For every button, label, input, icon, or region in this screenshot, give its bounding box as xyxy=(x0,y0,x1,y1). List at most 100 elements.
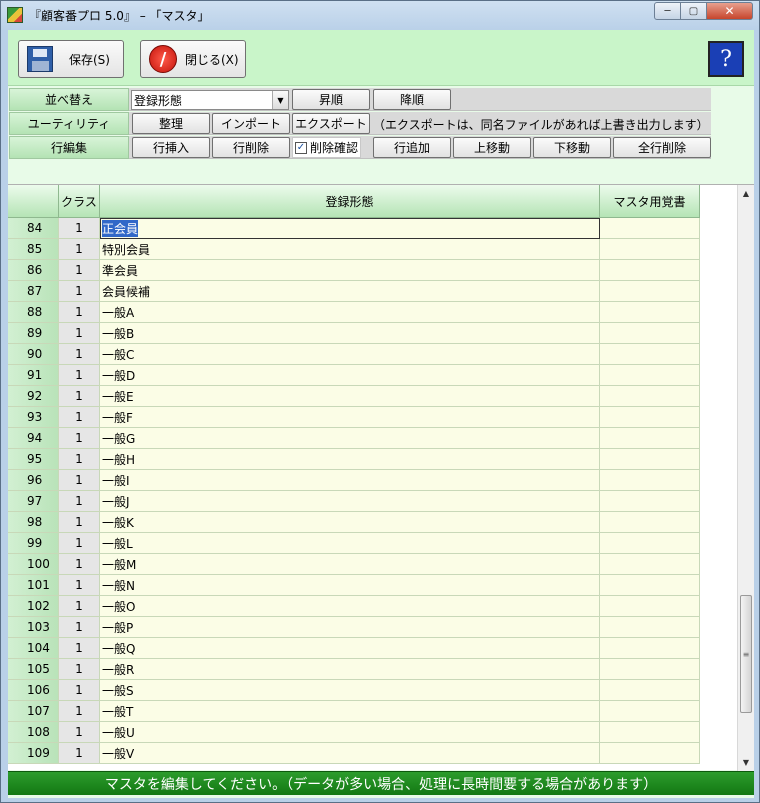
close-window-button[interactable]: ✕ xyxy=(707,2,753,20)
sort-asc-button[interactable]: 昇順 xyxy=(292,89,370,110)
class-cell[interactable]: 1 xyxy=(59,617,100,638)
memo-cell[interactable] xyxy=(600,449,700,470)
memo-column-header[interactable]: マスタ用覚書 xyxy=(600,185,700,218)
class-cell[interactable]: 1 xyxy=(59,386,100,407)
class-cell[interactable]: 1 xyxy=(59,701,100,722)
memo-cell[interactable] xyxy=(600,281,700,302)
table-row[interactable]: 98 1 一般K xyxy=(8,512,700,533)
minimize-button[interactable]: ─ xyxy=(654,2,681,20)
memo-cell[interactable] xyxy=(600,701,700,722)
memo-cell[interactable] xyxy=(600,596,700,617)
delete-row-button[interactable]: 行削除 xyxy=(212,137,290,158)
registration-type-cell[interactable]: 一般T xyxy=(100,701,600,722)
registration-type-cell[interactable]: 一般U xyxy=(100,722,600,743)
class-cell[interactable]: 1 xyxy=(59,638,100,659)
memo-cell[interactable] xyxy=(600,638,700,659)
registration-type-cell[interactable]: 一般N xyxy=(100,575,600,596)
registration-type-cell[interactable]: 一般D xyxy=(100,365,600,386)
memo-cell[interactable] xyxy=(600,512,700,533)
table-row[interactable]: 105 1 一般R xyxy=(8,659,700,680)
registration-type-column-header[interactable]: 登録形態 xyxy=(100,185,600,218)
table-row[interactable]: 104 1 一般Q xyxy=(8,638,700,659)
scroll-up-icon[interactable]: ▲ xyxy=(738,185,754,202)
class-cell[interactable]: 1 xyxy=(59,428,100,449)
registration-type-cell[interactable]: 会員候補 xyxy=(100,281,600,302)
memo-cell[interactable] xyxy=(600,533,700,554)
registration-type-cell[interactable]: 一般H xyxy=(100,449,600,470)
memo-cell[interactable] xyxy=(600,491,700,512)
registration-type-cell[interactable]: 一般I xyxy=(100,470,600,491)
memo-cell[interactable] xyxy=(600,575,700,596)
confirm-delete-checkbox[interactable]: ✓ xyxy=(295,141,307,154)
scroll-thumb[interactable]: ≡ xyxy=(740,595,752,713)
table-row[interactable]: 106 1 一般S xyxy=(8,680,700,701)
table-row[interactable]: 108 1 一般U xyxy=(8,722,700,743)
organize-button[interactable]: 整理 xyxy=(132,113,210,134)
registration-type-cell[interactable]: 一般J xyxy=(100,491,600,512)
registration-type-cell[interactable]: 特別会員 xyxy=(100,239,600,260)
registration-type-cell[interactable]: 一般L xyxy=(100,533,600,554)
registration-type-cell[interactable]: 一般F xyxy=(100,407,600,428)
table-row[interactable]: 90 1 一般C xyxy=(8,344,700,365)
class-cell[interactable]: 1 xyxy=(59,554,100,575)
registration-type-cell[interactable]: 一般G xyxy=(100,428,600,449)
table-row[interactable]: 95 1 一般H xyxy=(8,449,700,470)
memo-cell[interactable] xyxy=(600,302,700,323)
memo-cell[interactable] xyxy=(600,344,700,365)
table-row[interactable]: 88 1 一般A xyxy=(8,302,700,323)
table-row[interactable]: 109 1 一般V xyxy=(8,743,700,764)
class-cell[interactable]: 1 xyxy=(59,680,100,701)
registration-type-cell[interactable]: 一般A xyxy=(100,302,600,323)
class-cell[interactable]: 1 xyxy=(59,260,100,281)
class-cell[interactable]: 1 xyxy=(59,659,100,680)
class-cell[interactable]: 1 xyxy=(59,512,100,533)
memo-cell[interactable] xyxy=(600,743,700,764)
sort-field-select[interactable]: 登録形態 ▼ xyxy=(131,90,289,110)
class-cell[interactable]: 1 xyxy=(59,302,100,323)
memo-cell[interactable] xyxy=(600,470,700,491)
registration-type-cell[interactable]: 正会員 xyxy=(100,218,600,239)
table-row[interactable]: 85 1 特別会員 xyxy=(8,239,700,260)
export-button[interactable]: エクスポート xyxy=(292,113,370,134)
memo-cell[interactable] xyxy=(600,722,700,743)
class-cell[interactable]: 1 xyxy=(59,449,100,470)
memo-cell[interactable] xyxy=(600,659,700,680)
class-cell[interactable]: 1 xyxy=(59,323,100,344)
table-row[interactable]: 97 1 一般J xyxy=(8,491,700,512)
registration-type-cell[interactable]: 一般S xyxy=(100,680,600,701)
class-column-header[interactable]: クラス xyxy=(59,185,100,218)
memo-cell[interactable] xyxy=(600,218,700,239)
class-cell[interactable]: 1 xyxy=(59,491,100,512)
registration-type-cell[interactable]: 一般B xyxy=(100,323,600,344)
memo-cell[interactable] xyxy=(600,323,700,344)
registration-type-cell[interactable]: 一般V xyxy=(100,743,600,764)
class-cell[interactable]: 1 xyxy=(59,365,100,386)
table-row[interactable]: 84 1 正会員 xyxy=(8,218,700,239)
class-cell[interactable]: 1 xyxy=(59,470,100,491)
table-row[interactable]: 94 1 一般G xyxy=(8,428,700,449)
vertical-scrollbar[interactable]: ▲ ≡ ▼ xyxy=(737,185,754,771)
class-cell[interactable]: 1 xyxy=(59,722,100,743)
class-cell[interactable]: 1 xyxy=(59,596,100,617)
move-up-button[interactable]: 上移動 xyxy=(453,137,531,158)
table-row[interactable]: 89 1 一般B xyxy=(8,323,700,344)
registration-type-cell[interactable]: 一般E xyxy=(100,386,600,407)
class-cell[interactable]: 1 xyxy=(59,743,100,764)
table-row[interactable]: 93 1 一般F xyxy=(8,407,700,428)
table-row[interactable]: 101 1 一般N xyxy=(8,575,700,596)
registration-type-cell[interactable]: 一般C xyxy=(100,344,600,365)
memo-cell[interactable] xyxy=(600,365,700,386)
table-row[interactable]: 87 1 会員候補 xyxy=(8,281,700,302)
memo-cell[interactable] xyxy=(600,680,700,701)
table-row[interactable]: 107 1 一般T xyxy=(8,701,700,722)
table-row[interactable]: 102 1 一般O xyxy=(8,596,700,617)
class-cell[interactable]: 1 xyxy=(59,239,100,260)
sort-desc-button[interactable]: 降順 xyxy=(373,89,451,110)
import-button[interactable]: インポート xyxy=(212,113,290,134)
registration-type-cell[interactable]: 一般O xyxy=(100,596,600,617)
class-cell[interactable]: 1 xyxy=(59,575,100,596)
memo-cell[interactable] xyxy=(600,407,700,428)
maximize-button[interactable]: ▢ xyxy=(681,2,707,20)
table-row[interactable]: 86 1 準会員 xyxy=(8,260,700,281)
registration-type-cell[interactable]: 一般Q xyxy=(100,638,600,659)
